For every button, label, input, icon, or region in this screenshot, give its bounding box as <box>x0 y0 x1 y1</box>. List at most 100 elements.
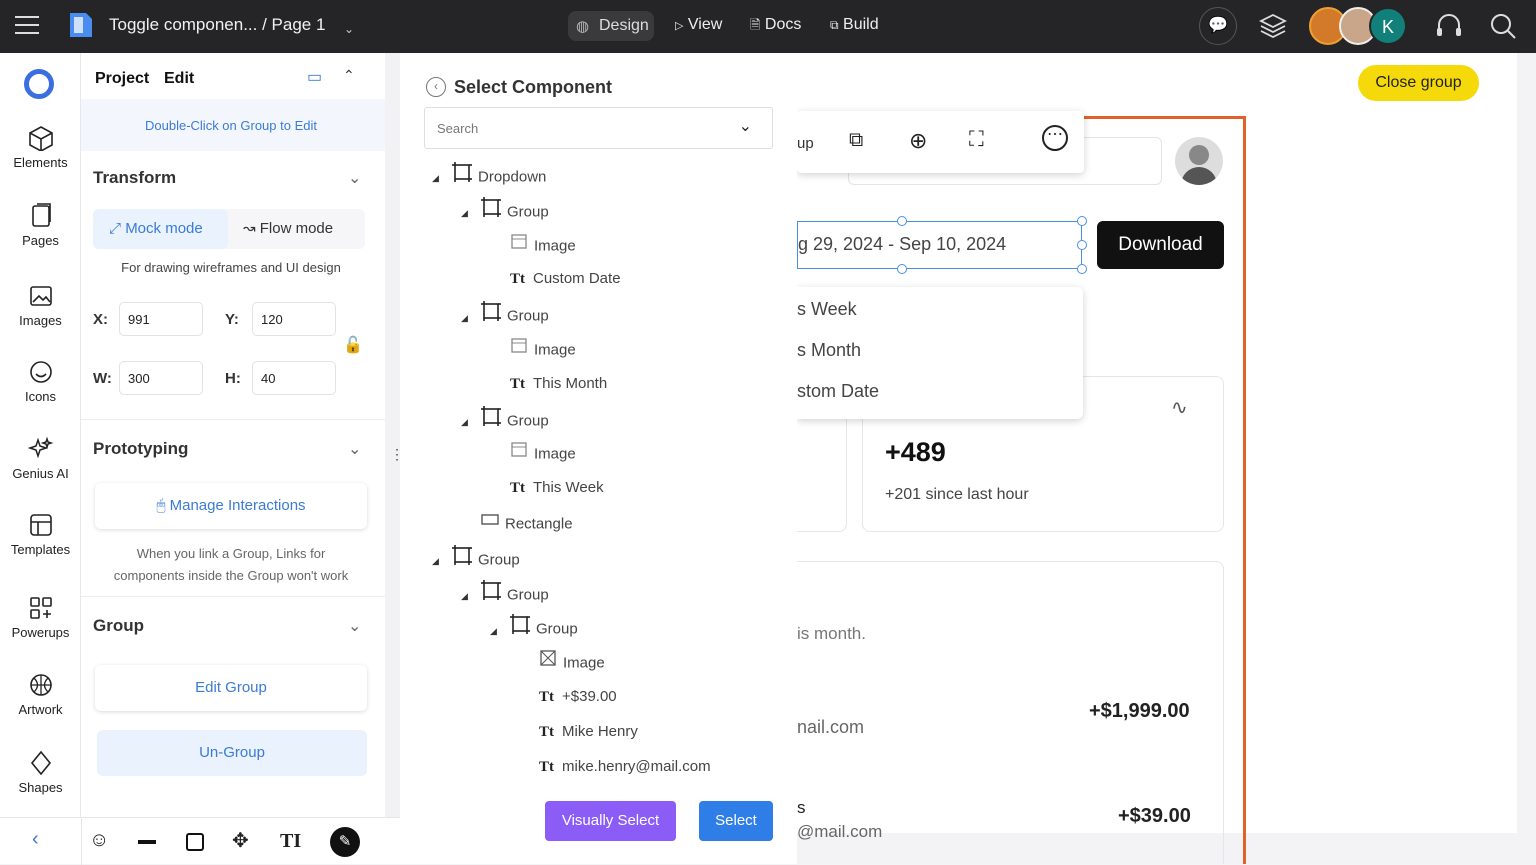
tab-project[interactable]: Project <box>95 70 149 88</box>
select-button[interactable]: Select <box>699 801 773 841</box>
tree-item[interactable]: ◢ Dropdown <box>432 162 546 189</box>
text-icon: Tt <box>539 723 554 740</box>
chat-icon[interactable]: 💬 <box>1199 7 1237 45</box>
mode-description: For drawing wireframes and UI design <box>121 260 341 275</box>
resize-handle[interactable] <box>897 264 907 274</box>
resize-handle[interactable] <box>1077 216 1087 226</box>
breadcrumb[interactable]: Toggle componen... / Page 1 <box>109 15 325 35</box>
lock-icon[interactable]: 🔓 <box>343 335 363 355</box>
chevron-down-icon[interactable]: ⌄ <box>348 616 361 636</box>
line-tool-icon[interactable] <box>138 840 156 844</box>
chevron-down-icon[interactable]: ⌄ <box>344 22 354 36</box>
w-input[interactable]: 300 <box>119 361 203 395</box>
emoji-tool-icon[interactable]: ☺ <box>89 829 109 852</box>
menu-icon[interactable] <box>14 15 40 35</box>
expand-triangle-icon[interactable]: ◢ <box>461 202 473 224</box>
date-range-picker[interactable]: g 29, 2024 - Sep 10, 2024 <box>797 221 1082 269</box>
tree-item[interactable]: Image <box>490 233 576 256</box>
view-tab[interactable]: ▷ View <box>675 16 722 34</box>
back-icon[interactable]: ‹ <box>426 77 446 97</box>
headset-icon[interactable] <box>1434 12 1464 45</box>
close-group-button[interactable]: Close group <box>1358 65 1479 101</box>
tree-item[interactable]: ◢ Group <box>461 301 549 325</box>
expand-triangle-icon[interactable]: ◢ <box>490 620 502 642</box>
edit-group-button[interactable]: Edit Group <box>95 665 367 711</box>
chevron-down-icon[interactable]: ⌄ <box>348 439 361 459</box>
download-button[interactable]: Download <box>1097 221 1224 269</box>
h-label: H: <box>225 370 241 387</box>
tree-item[interactable]: Rectangle <box>461 512 573 534</box>
option-this-month[interactable]: s Month <box>797 340 861 361</box>
collapse-up-icon[interactable]: ⌃ <box>343 67 355 84</box>
build-tab[interactable]: ⧉ Build <box>830 16 879 34</box>
rail-powerups[interactable]: Powerups <box>0 595 81 640</box>
tree-item[interactable]: Tt This Week <box>490 477 604 499</box>
avatar[interactable]: K <box>1369 7 1407 45</box>
manage-interactions-button[interactable]: 🖱 Manage Interactions <box>95 483 367 529</box>
tree-item[interactable]: Tt Custom Date <box>490 268 621 290</box>
rail-templates[interactable]: Templates <box>0 512 81 557</box>
expand-triangle-icon[interactable]: ◢ <box>461 585 473 607</box>
resize-handle[interactable] <box>1077 264 1087 274</box>
expand-triangle-icon[interactable]: ◢ <box>432 167 444 189</box>
rail-icons[interactable]: Icons <box>0 359 81 404</box>
more-icon[interactable]: ⋯ <box>1042 125 1068 151</box>
layers-icon[interactable] <box>1258 12 1288 45</box>
double-chevron-down-icon[interactable]: ⌄ <box>739 116 752 136</box>
text-tool-icon[interactable]: TI <box>280 830 301 853</box>
flow-mode-button[interactable]: ↝ Flow mode <box>243 209 333 249</box>
option-this-week[interactable]: s Week <box>797 299 857 320</box>
tree-item-label: Image <box>534 237 576 255</box>
tree-item[interactable]: ◢ Group <box>461 405 549 433</box>
resize-frame-icon[interactable]: ⧉ <box>849 129 863 152</box>
select-component-panel: ‹ Select Component Search ⌄ ◢ Dropdown ◢ Gr… <box>400 53 797 864</box>
tree-item[interactable]: Tt +$39.00 <box>519 686 617 708</box>
tab-edit[interactable]: Edit <box>164 70 194 88</box>
visually-select-button[interactable]: Visually Select <box>545 801 676 841</box>
back-arrow-icon[interactable]: ‹ <box>32 828 39 851</box>
fit-frame-icon[interactable]: ⛶ <box>969 128 984 152</box>
smiley-icon <box>29 361 52 383</box>
design-canvas[interactable]: Close group up ⧉ ⊕ ⛶ ⋯ g 29, 2024 - Sep … <box>797 53 1536 864</box>
design-tab[interactable]: ◍ Design <box>568 11 654 41</box>
tree-item[interactable]: Image <box>490 338 576 360</box>
pen-tool-icon[interactable]: ✎ <box>330 827 360 857</box>
y-input[interactable]: 120 <box>252 302 336 336</box>
h-input[interactable]: 40 <box>252 361 336 395</box>
tree-item[interactable]: Tt mike.henry@mail.com <box>519 756 711 778</box>
rail-images[interactable]: Images <box>0 283 81 328</box>
tree-item[interactable]: Image <box>519 650 605 673</box>
tree-item[interactable]: ◢ Group <box>432 544 520 572</box>
tree-item[interactable]: ◢ Group <box>490 614 578 638</box>
resize-handle[interactable] <box>897 216 907 226</box>
rail-artwork[interactable]: Artwork <box>0 672 81 717</box>
x-input[interactable]: 991 <box>119 302 203 336</box>
search-input[interactable]: Search ⌄ <box>424 107 773 149</box>
expand-triangle-icon[interactable]: ◢ <box>432 550 444 572</box>
expand-triangle-icon[interactable]: ◢ <box>461 411 473 433</box>
rail-genius-ai[interactable]: Genius AI <box>0 436 81 481</box>
ungroup-button[interactable]: Un-Group <box>97 730 367 776</box>
mock-mode-button[interactable]: ⤢ Mock mode <box>93 209 228 249</box>
rail-pages[interactable]: Pages <box>0 203 81 248</box>
option-custom-date[interactable]: stom Date <box>797 381 879 402</box>
tree-item[interactable]: Tt Mike Henry <box>519 721 638 743</box>
chevron-down-icon[interactable]: ⌄ <box>348 168 361 188</box>
tree-item[interactable]: ◢ Group <box>461 196 549 224</box>
tree-item[interactable]: Tt This Month <box>490 373 607 395</box>
search-icon[interactable] <box>1489 12 1517 45</box>
tree-item[interactable]: Image <box>490 442 576 464</box>
resize-handle[interactable] <box>1077 240 1087 250</box>
download-circle-icon[interactable]: ⊕ <box>909 128 927 154</box>
paint-roller-icon[interactable]: ▭ <box>307 67 322 87</box>
panel-resizer[interactable]: ⋮ <box>385 53 404 817</box>
tree-item[interactable]: ◢ Group <box>461 579 549 607</box>
tree-item-label: Group <box>507 586 549 604</box>
rectangle-tool-icon[interactable] <box>186 833 204 851</box>
component-tool-icon[interactable]: ✥ <box>232 828 249 853</box>
docs-tab[interactable]: 🗎 Docs <box>750 16 801 38</box>
rail-elements[interactable]: Elements <box>0 125 81 170</box>
expand-triangle-icon[interactable]: ◢ <box>461 307 473 329</box>
rail-shapes[interactable]: Shapes <box>0 750 81 795</box>
app-logo[interactable] <box>24 69 54 99</box>
